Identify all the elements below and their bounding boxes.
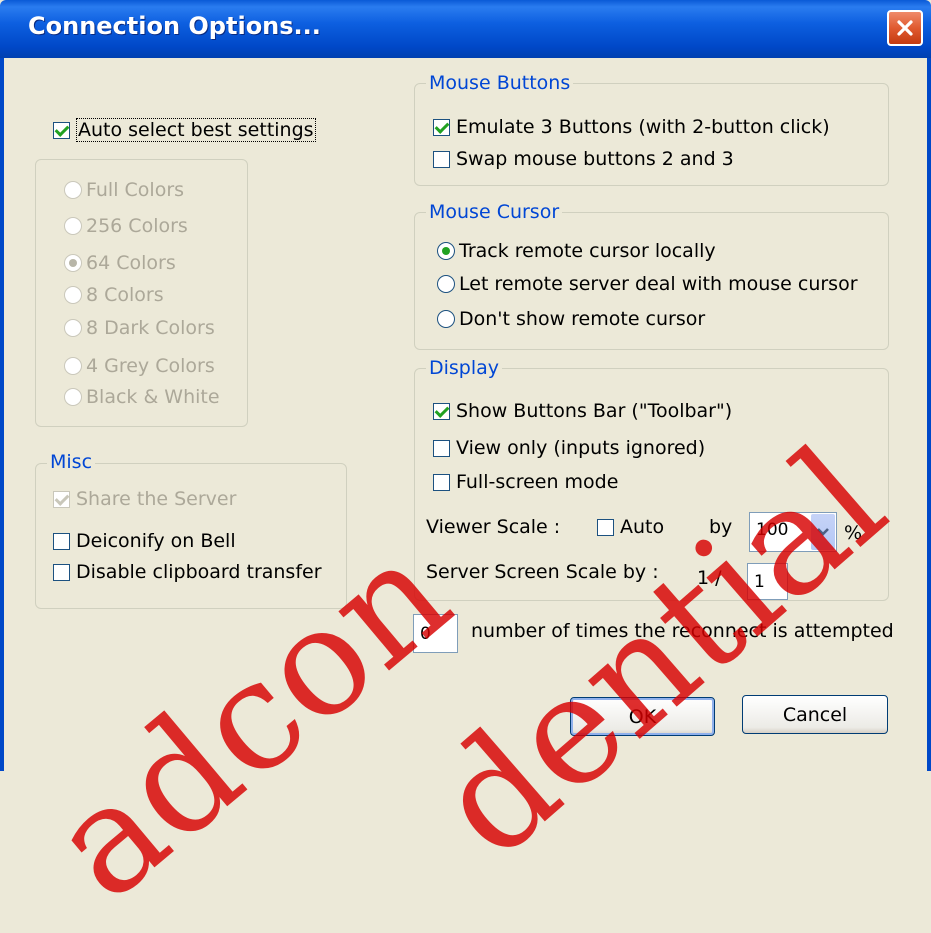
show-toolbar-checkbox[interactable]: Show Buttons Bar ("Toolbar") [433, 400, 732, 422]
auto-scale-checkbox[interactable]: Auto [597, 516, 664, 538]
server-scale-label: Server Screen Scale by : [426, 561, 659, 583]
reconnect-count-input[interactable]: 0 [413, 614, 458, 653]
percent-label: % [844, 522, 863, 544]
radio-server-cursor[interactable]: Let remote server deal with mouse cursor [437, 273, 858, 295]
mouse-cursor-legend: Mouse Cursor [426, 201, 563, 223]
server-scale-input[interactable]: 1 [747, 563, 788, 600]
radio-label: Full Colors [86, 179, 185, 201]
fullscreen-checkbox[interactable]: Full-screen mode [433, 471, 618, 493]
window-frame-left [0, 58, 4, 771]
view-only-checkbox[interactable]: View only (inputs ignored) [433, 437, 705, 459]
radio-64-colors: 64 Colors [64, 252, 176, 274]
radio-label: Track remote cursor locally [459, 240, 716, 262]
radio-icon [64, 181, 82, 199]
scale-combo[interactable]: 100 [749, 512, 837, 552]
checkbox-icon [433, 439, 450, 457]
auto-select-checkbox[interactable]: Auto select best settings [53, 118, 316, 142]
checkbox-icon [53, 490, 70, 508]
checkbox-icon [433, 473, 450, 491]
radio-black-white: Black & White [64, 386, 220, 408]
radio-4-grey-colors: 4 Grey Colors [64, 355, 215, 377]
radio-icon [64, 357, 82, 375]
title-bar[interactable]: Connection Options... [0, 0, 931, 58]
radio-icon [437, 242, 455, 260]
radio-label: 256 Colors [86, 215, 188, 237]
misc-legend: Misc [47, 451, 96, 473]
radio-full-colors: Full Colors [64, 179, 184, 201]
show-toolbar-label: Show Buttons Bar ("Toolbar") [456, 400, 733, 422]
view-only-label: View only (inputs ignored) [456, 437, 706, 459]
auto-select-label: Auto select best settings [76, 118, 316, 142]
checkbox-icon [433, 402, 450, 420]
deiconify-checkbox[interactable]: Deiconify on Bell [53, 530, 236, 552]
mouse-buttons-legend: Mouse Buttons [426, 72, 574, 94]
checkbox-icon [53, 532, 70, 550]
radio-8-colors: 8 Colors [64, 284, 164, 306]
reconnect-label: number of times the reconnect is attempt… [471, 620, 894, 642]
radio-icon [64, 286, 82, 304]
radio-label: 8 Dark Colors [86, 317, 215, 339]
chevron-down-icon [817, 528, 829, 536]
by-label: by [709, 516, 733, 538]
swap-buttons-checkbox[interactable]: Swap mouse buttons 2 and 3 [433, 148, 734, 170]
radio-no-cursor[interactable]: Don't show remote cursor [437, 308, 705, 330]
radio-label: Black & White [86, 386, 220, 408]
radio-icon [64, 319, 82, 337]
checkbox-icon [597, 518, 614, 536]
disable-clipboard-checkbox[interactable]: Disable clipboard transfer [53, 561, 322, 583]
checkbox-icon [53, 121, 70, 139]
radio-256-colors: 256 Colors [64, 215, 188, 237]
viewer-scale-label: Viewer Scale : [426, 516, 561, 538]
radio-icon [437, 310, 455, 328]
checkbox-icon [433, 150, 450, 168]
radio-track-cursor[interactable]: Track remote cursor locally [437, 240, 716, 262]
deiconify-label: Deiconify on Bell [76, 530, 236, 552]
radio-label: Let remote server deal with mouse cursor [459, 273, 858, 295]
radio-icon [64, 217, 82, 235]
radio-icon [64, 254, 82, 272]
auto-scale-label: Auto [620, 516, 665, 538]
scale-value: 100 [756, 520, 789, 540]
radio-label: 4 Grey Colors [86, 355, 215, 377]
swap-buttons-label: Swap mouse buttons 2 and 3 [456, 148, 734, 170]
server-scale-prefix: 1 / [697, 567, 722, 589]
radio-label: 8 Colors [86, 284, 164, 306]
dropdown-button[interactable] [811, 514, 835, 550]
emulate-3-buttons-label: Emulate 3 Buttons (with 2-button click) [456, 116, 830, 138]
cancel-button[interactable]: Cancel [742, 695, 888, 734]
window-frame-right [927, 58, 931, 771]
checkbox-icon [53, 563, 70, 581]
emulate-3-buttons-checkbox[interactable]: Emulate 3 Buttons (with 2-button click) [433, 116, 830, 138]
radio-label: 64 Colors [86, 252, 176, 274]
radio-label: Don't show remote cursor [459, 308, 706, 330]
disable-clipboard-label: Disable clipboard transfer [76, 561, 322, 583]
share-server-label: Share the Server [76, 488, 237, 510]
close-icon [897, 20, 913, 36]
radio-icon [437, 275, 455, 293]
ok-button[interactable]: OK [570, 697, 715, 736]
share-server-checkbox: Share the Server [53, 488, 236, 510]
fullscreen-label: Full-screen mode [456, 471, 619, 493]
checkbox-icon [433, 118, 450, 136]
window-title: Connection Options... [28, 12, 321, 40]
display-legend: Display [426, 357, 503, 379]
radio-8-dark-colors: 8 Dark Colors [64, 317, 215, 339]
close-button[interactable] [887, 10, 923, 46]
radio-icon [64, 388, 82, 406]
